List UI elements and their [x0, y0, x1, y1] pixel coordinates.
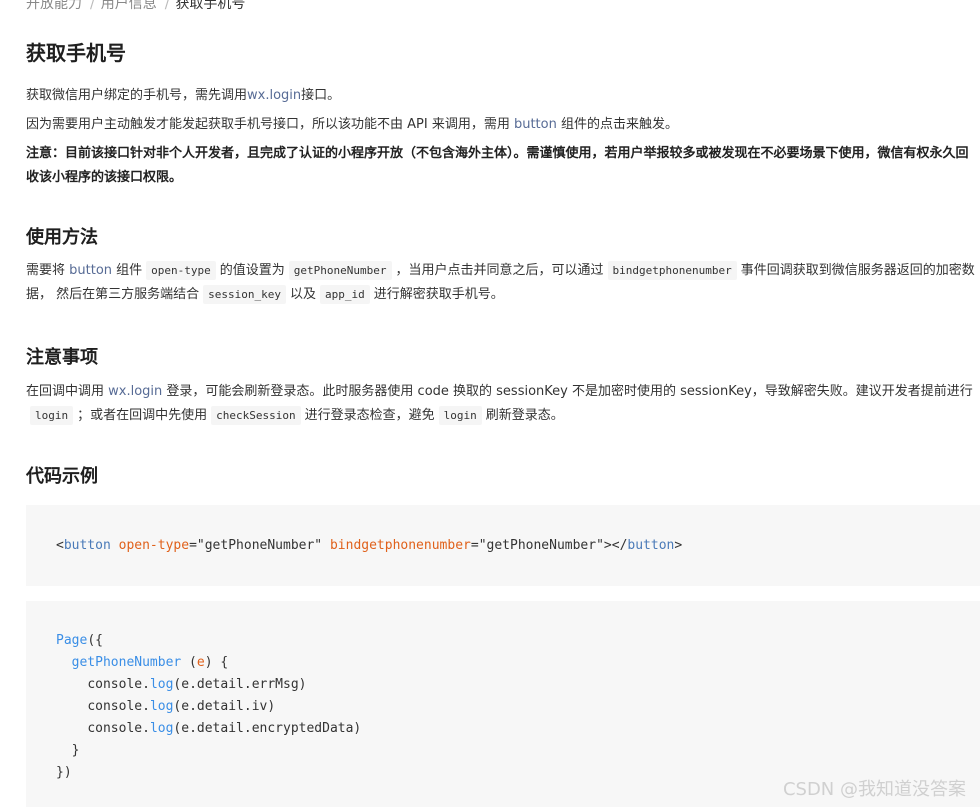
- breadcrumb-current: 获取手机号: [175, 0, 246, 12]
- code-method: log: [149, 721, 174, 736]
- breadcrumb-item-open-capabilities[interactable]: 开放能力: [26, 0, 82, 12]
- wx-login-link[interactable]: wx.login: [108, 384, 162, 399]
- breadcrumb-separator: /: [90, 0, 95, 12]
- code-lines: Page({ getPhoneNumber (e) { console.log(…: [56, 630, 361, 784]
- code-token: }): [56, 765, 72, 780]
- inline-code: login: [438, 406, 482, 425]
- code-tag: button: [63, 538, 111, 553]
- notes-paragraph: 在回调中调用 wx.login 登录，可能会刷新登录态。此时服务器使用 code…: [26, 380, 980, 428]
- code-method: log: [149, 699, 174, 714]
- code-token: ></: [603, 538, 628, 553]
- code-attr: open-type: [118, 538, 190, 553]
- code-token: (: [181, 655, 197, 670]
- usage-text: 组件: [112, 263, 143, 278]
- intro-paragraph-1: 获取微信用户绑定的手机号，需先调用wx.login接口。: [26, 84, 980, 108]
- usage-text: 进行解密获取手机号。: [373, 287, 504, 302]
- code-tag: button: [627, 538, 675, 553]
- usage-heading: 使用方法: [26, 227, 98, 248]
- usage-text: ，当用户点击并同意之后，可以通过: [395, 263, 604, 278]
- code-attr: bindgetphonenumber: [329, 538, 471, 553]
- code-token: <: [56, 538, 64, 553]
- code-token: (e.detail.errMsg): [173, 677, 307, 692]
- code-block-wxml: <button open-type="getPhoneNumber" bindg…: [26, 505, 980, 586]
- code-token: }: [71, 743, 80, 758]
- code-token: =: [470, 538, 479, 553]
- code-token: console.: [87, 721, 150, 736]
- inline-code: open-type: [146, 261, 216, 280]
- inline-code: bindgetphonenumber: [607, 261, 737, 280]
- code-param: e: [196, 655, 205, 670]
- code-method: log: [149, 677, 174, 692]
- code-string: "getPhoneNumber": [196, 538, 323, 553]
- notes-heading: 注意事项: [26, 347, 98, 368]
- code-token: =: [189, 538, 197, 553]
- code-token: console.: [87, 677, 150, 692]
- csdn-watermark: CSDN @我知道没答案: [782, 779, 966, 800]
- code-function: getPhoneNumber: [71, 655, 182, 670]
- intro-paragraph-2: 因为需要用户主动触发才能发起获取手机号接口，所以该功能不由 API 来调用，需用…: [26, 113, 980, 137]
- breadcrumb-separator: /: [164, 0, 170, 12]
- code-token: >: [674, 538, 683, 553]
- inline-code: session_key: [203, 285, 286, 304]
- code-string: "getPhoneNumber": [478, 538, 604, 553]
- breadcrumb: 开放能力 / 用户信息 / 获取手机号: [26, 0, 245, 14]
- inline-code: login: [30, 406, 74, 425]
- code-token: console.: [87, 699, 150, 714]
- notes-text: 进行登录态检查，避免: [304, 408, 435, 423]
- code-token: (e.detail.encryptedData): [173, 721, 362, 736]
- wx-login-link[interactable]: wx.login: [247, 88, 301, 103]
- button-component-link[interactable]: button: [514, 117, 557, 132]
- breadcrumb-item-user-info[interactable]: 用户信息: [101, 0, 157, 12]
- intro-text: 因为需要用户主动触发才能发起获取手机号接口，所以该功能不由 API 来调用，需用: [26, 117, 514, 132]
- notes-text: 登录，可能会刷新登录态。此时服务器使用 code 换取的 sessionKey …: [162, 384, 973, 399]
- code-function: Page: [56, 633, 88, 648]
- inline-code: app_id: [320, 285, 370, 304]
- notes-text: ；或者在回调中先使用: [77, 408, 208, 423]
- usage-text: 需要将: [26, 263, 70, 278]
- intro-text: 组件的点击来触发。: [556, 117, 678, 132]
- usage-text: 以及: [290, 287, 317, 302]
- notes-text: 刷新登录态。: [485, 408, 564, 423]
- inline-code: checkSession: [211, 406, 301, 425]
- usage-paragraph: 需要将 button 组件 open-type 的值设置为 getPhoneNumbe…: [26, 259, 980, 307]
- page-title: 获取手机号: [26, 41, 126, 65]
- notes-text: 在回调中调用: [26, 384, 109, 399]
- code-line: <button open-type="getPhoneNumber" bindg…: [56, 535, 682, 557]
- code-token: (e.detail.iv): [173, 699, 276, 714]
- inline-code: getPhoneNumber: [288, 261, 392, 280]
- code-token: ({: [87, 633, 103, 648]
- example-heading: 代码示例: [26, 466, 98, 487]
- intro-text: 获取微信用户绑定的手机号，需先调用: [26, 88, 248, 103]
- usage-text: 的值设置为: [219, 263, 285, 278]
- intro-text: 接口。: [301, 88, 341, 103]
- code-token: ) {: [204, 655, 229, 670]
- intro-note: 注意：目前该接口针对非个人开发者，且完成了认证的小程序开放（不包含海外主体）。需…: [26, 146, 969, 185]
- button-component-link[interactable]: button: [69, 263, 112, 278]
